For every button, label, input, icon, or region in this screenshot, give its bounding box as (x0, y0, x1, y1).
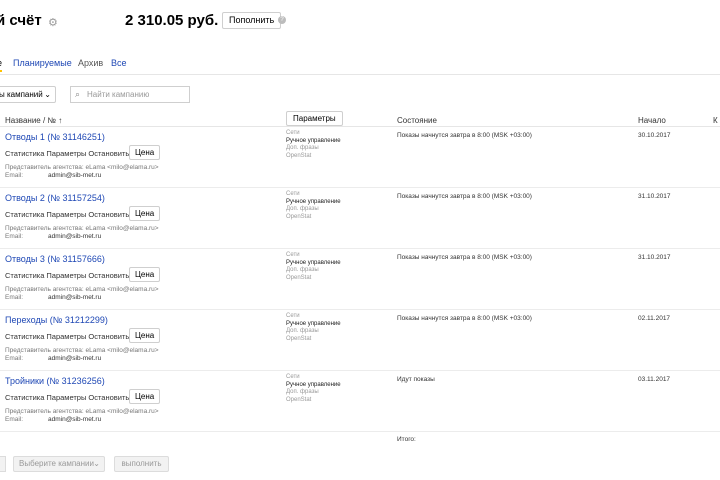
agency-info: Представитель агентства: eLama <milo@ela… (5, 164, 159, 171)
row-actions: Статистика Параметры Остановить (5, 332, 131, 341)
account-title: й счёт (0, 12, 42, 29)
chevron-down-icon: ⌄ (93, 459, 100, 468)
email-info: Email: admin@sib-met.ru (5, 355, 102, 362)
choose-campaigns-label: Выберите кампании (19, 459, 94, 468)
email-info: Email: admin@sib-met.ru (5, 294, 102, 301)
campaign-start-date: 03.11.2017 (638, 376, 671, 383)
params-link[interactable]: Параметры (46, 271, 86, 280)
account-header: й счёт ⚙ 2 310.05 руб. Пополнить ? (0, 12, 720, 32)
email-info: Email: admin@sib-met.ru (5, 416, 102, 423)
search-icon: ⌕ (75, 89, 81, 99)
stop-link[interactable]: Остановить (88, 393, 129, 402)
info-icon[interactable]: ? (278, 16, 286, 24)
table-row: Отводы 1 (№ 31146251) Статистика Параметр… (0, 127, 720, 188)
campaign-type-select-label: ы кампаний (0, 90, 43, 99)
topup-button[interactable]: Пополнить (222, 12, 282, 29)
agency-info: Представитель агентства: eLama <milo@ela… (5, 225, 159, 232)
campaign-params: Сети Ручное управление Доп. фразы OpenStat (286, 252, 341, 281)
table-row: Отводы 2 (№ 31157254) Статистика Параметр… (0, 188, 720, 249)
row-actions: Статистика Параметры Остановить (5, 393, 131, 402)
parameters-button[interactable]: Параметры (286, 111, 343, 126)
row-actions: Статистика Параметры Остановить (5, 210, 131, 219)
total-label: Итого: (397, 436, 416, 443)
campaign-search-input[interactable]: ⌕ Найти кампанию (70, 86, 190, 103)
campaign-start-date: 31.10.2017 (638, 254, 671, 261)
bulk-actions-bar: Выберите кампании ⌄ выполнить (0, 456, 720, 474)
campaign-params: Сети Ручное управление Доп. фразы OpenStat (286, 374, 341, 403)
stats-link[interactable]: Статистика (5, 393, 44, 402)
campaign-status: Показы начнутся завтра в 8:00 (MSK +03:0… (397, 254, 532, 261)
campaign-name-link[interactable]: Отводы 1 (№ 31146251) (5, 132, 105, 142)
campaign-start-date: 31.10.2017 (638, 193, 671, 200)
column-header-next[interactable]: К (713, 116, 718, 125)
agency-info: Представитель агентства: eLama <milo@ela… (5, 408, 159, 415)
campaign-start-date: 02.11.2017 (638, 315, 671, 322)
stop-link[interactable]: Остановить (88, 210, 129, 219)
tab-planned[interactable]: Планируемые (13, 58, 72, 68)
choose-campaigns-select[interactable]: Выберите кампании ⌄ (13, 456, 105, 472)
stop-link[interactable]: Остановить (88, 332, 129, 341)
stop-link[interactable]: Остановить (88, 271, 129, 280)
stats-link[interactable]: Статистика (5, 210, 44, 219)
campaign-params: Сети Ручное управление Доп. фразы OpenStat (286, 191, 341, 220)
campaign-status: Показы начнутся завтра в 8:00 (MSK +03:0… (397, 193, 532, 200)
column-header-start[interactable]: Начало (638, 116, 666, 125)
column-header-name[interactable]: Название / № ↑ (5, 116, 62, 125)
campaign-type-select[interactable]: ы кампаний ⌄ (0, 86, 56, 103)
campaign-params: Сети Ручное управление Доп. фразы OpenStat (286, 313, 341, 342)
campaign-params: Сети Ручное управление Доп. фразы OpenStat (286, 130, 341, 159)
params-link[interactable]: Параметры (46, 393, 86, 402)
stats-link[interactable]: Статистика (5, 271, 44, 280)
select-all-checkbox[interactable] (0, 456, 6, 472)
execute-button[interactable]: выполнить (114, 456, 169, 472)
params-link[interactable]: Параметры (46, 210, 86, 219)
email-info: Email: admin@sib-met.ru (5, 172, 102, 179)
email-info: Email: admin@sib-met.ru (5, 233, 102, 240)
account-balance: 2 310.05 руб. (125, 12, 219, 29)
campaign-start-date: 30.10.2017 (638, 132, 671, 139)
params-link[interactable]: Параметры (46, 149, 86, 158)
campaign-status: Показы начнутся завтра в 8:00 (MSK +03:0… (397, 315, 532, 322)
agency-info: Представитель агентства: eLama <milo@ela… (5, 286, 159, 293)
stats-link[interactable]: Статистика (5, 332, 44, 341)
tab-archive[interactable]: Архив (78, 58, 103, 68)
campaign-status: Идут показы (397, 376, 435, 383)
row-actions: Статистика Параметры Остановить (5, 271, 131, 280)
tab-all[interactable]: Все (111, 58, 127, 68)
campaign-name-link[interactable]: Отводы 2 (№ 31157254) (5, 193, 105, 203)
price-button[interactable]: Цена (129, 206, 161, 221)
table-row: Тройники (№ 31236256) Статистика Параметр… (0, 371, 720, 432)
column-header-status[interactable]: Состояние (397, 116, 437, 125)
tabs-divider (0, 74, 720, 75)
campaign-name-link[interactable]: Тройники (№ 31236256) (5, 376, 105, 386)
gear-icon[interactable]: ⚙ (48, 16, 58, 29)
agency-info: Представитель агентства: eLama <milo@ela… (5, 347, 159, 354)
table-row: Переходы (№ 31212299) Статистика Параметр… (0, 310, 720, 371)
price-button[interactable]: Цена (129, 328, 161, 343)
stop-link[interactable]: Остановить (88, 149, 129, 158)
tab-active[interactable]: е (0, 58, 3, 72)
campaign-name-link[interactable]: Отводы 3 (№ 31157666) (5, 254, 105, 264)
price-button[interactable]: Цена (129, 145, 161, 160)
table-row: Отводы 3 (№ 31157666) Статистика Параметр… (0, 249, 720, 310)
campaign-status: Показы начнутся завтра в 8:00 (MSK +03:0… (397, 132, 532, 139)
price-button[interactable]: Цена (129, 389, 161, 404)
filter-row: ы кампаний ⌄ ⌕ Найти кампанию (0, 86, 720, 104)
row-actions: Статистика Параметры Остановить (5, 149, 131, 158)
params-link[interactable]: Параметры (46, 332, 86, 341)
price-button[interactable]: Цена (129, 267, 161, 282)
campaign-name-link[interactable]: Переходы (№ 31212299) (5, 315, 108, 325)
stats-link[interactable]: Статистика (5, 149, 44, 158)
search-placeholder: Найти кампанию (87, 90, 150, 99)
chevron-down-icon: ⌄ (44, 90, 51, 99)
